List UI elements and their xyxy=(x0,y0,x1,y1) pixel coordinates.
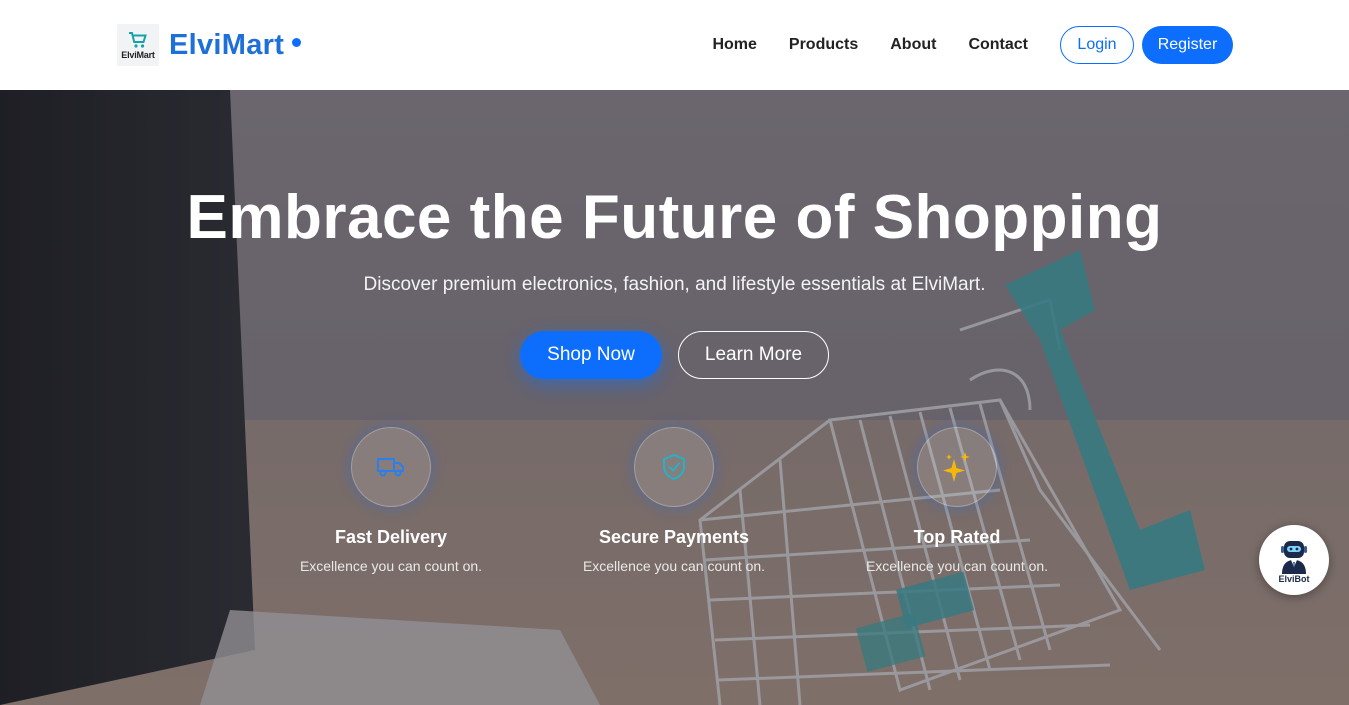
feature-title: Fast Delivery xyxy=(334,527,448,547)
nav-home[interactable]: Home xyxy=(712,36,756,54)
chatbot-label: ElviBot xyxy=(1278,574,1310,584)
truck-icon xyxy=(377,458,404,477)
cart-icon xyxy=(129,31,147,48)
feature-top-rated: Top Rated Excellence you can count on. xyxy=(837,427,1077,574)
nav-about[interactable]: About xyxy=(890,36,936,54)
brand[interactable]: ElviMart ElviMart xyxy=(117,24,302,66)
register-button[interactable]: Register xyxy=(1142,26,1233,64)
nav-links: Home Products About Contact xyxy=(712,36,1028,54)
navbar: ElviMart ElviMart Home Products About Co… xyxy=(0,0,1349,90)
brand-dot xyxy=(292,37,302,47)
feature-icon-circle xyxy=(917,427,997,507)
feature-title: Secure Payments xyxy=(598,527,750,547)
feature-icon-circle xyxy=(351,427,431,507)
nav-contact[interactable]: Contact xyxy=(968,36,1028,54)
hero-cta-group: Shop Now Learn More xyxy=(0,331,1349,379)
chatbot-button[interactable]: ElviBot xyxy=(1259,525,1329,595)
brand-name: ElviMart xyxy=(169,28,285,61)
hero-subtitle: Discover premium electronics, fashion, a… xyxy=(363,274,986,295)
sparkles-icon xyxy=(943,452,970,482)
shop-now-button[interactable]: Shop Now xyxy=(520,331,662,379)
feature-icon-circle xyxy=(634,427,714,507)
learn-more-button[interactable]: Learn More xyxy=(678,331,829,379)
feature-fast-delivery: Fast Delivery Excellence you can count o… xyxy=(271,427,511,574)
hero-section: Embrace the Future of Shopping Discover … xyxy=(0,90,1349,705)
feature-desc: Excellence you can count on. xyxy=(865,558,1049,574)
feature-desc: Excellence you can count on. xyxy=(582,558,766,574)
robot-avatar-icon xyxy=(1281,541,1307,574)
feature-secure-payments: Secure Payments Excellence you can count… xyxy=(554,427,794,574)
hero-title: Embrace the Future of Shopping xyxy=(186,183,1163,252)
shield-check-icon xyxy=(663,454,685,480)
feature-desc: Excellence you can count on. xyxy=(299,558,483,574)
brand-logo: ElviMart xyxy=(117,24,159,66)
nav-products[interactable]: Products xyxy=(789,36,858,54)
logo-text: ElviMart xyxy=(121,49,155,60)
feature-title: Top Rated xyxy=(913,527,1001,547)
login-button[interactable]: Login xyxy=(1060,26,1134,64)
